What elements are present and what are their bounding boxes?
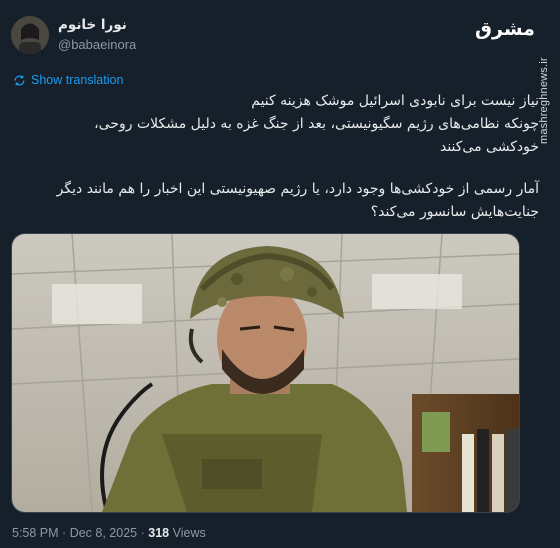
translation-label: Show translation: [31, 73, 124, 87]
site-watermark: mashreghnews.ir: [538, 57, 550, 144]
tweet-line: خودکشی می‌کنند: [439, 139, 539, 155]
meta-separator: ·: [62, 526, 67, 540]
tweet-line: جنایت‌هایش سانسور می‌کند؟: [370, 204, 539, 220]
translate-icon: [14, 75, 25, 85]
tweet-line: نیاز نیست برای نابودی اسرائیل موشک هزینه…: [251, 93, 539, 109]
show-translation-link[interactable]: Show translation: [13, 73, 123, 87]
tweet-photo[interactable]: [11, 233, 520, 513]
avatar-image: [11, 16, 49, 54]
logo-text: مشرق: [475, 18, 535, 40]
meta-separator: ·: [140, 526, 145, 540]
author-handle[interactable]: @babaeinora: [58, 37, 136, 52]
tweet-meta: 5:58 PM · Dec 8, 2025 · 318 Views: [12, 526, 206, 540]
views-label: Views: [172, 526, 206, 540]
tweet-line: چونکه نظامی‌های رژیم سگیونیستی، بعد از ج…: [94, 116, 539, 132]
mashregh-logo: مشرق: [475, 10, 535, 50]
tweet-line: آمار رسمی از خودکشی‌ها وجود دارد، یا رژی…: [56, 181, 539, 197]
tweet-time[interactable]: 5:58 PM: [12, 526, 59, 540]
avatar[interactable]: [11, 16, 49, 54]
tweet-date[interactable]: Dec 8, 2025: [70, 526, 137, 540]
soldier-photo-icon: [12, 234, 519, 512]
views-count: 318: [148, 526, 170, 540]
tweet-text: نیاز نیست برای نابودی اسرائیل موشک هزینه…: [22, 90, 539, 224]
author-display-name[interactable]: نورا خانوم: [58, 17, 127, 33]
